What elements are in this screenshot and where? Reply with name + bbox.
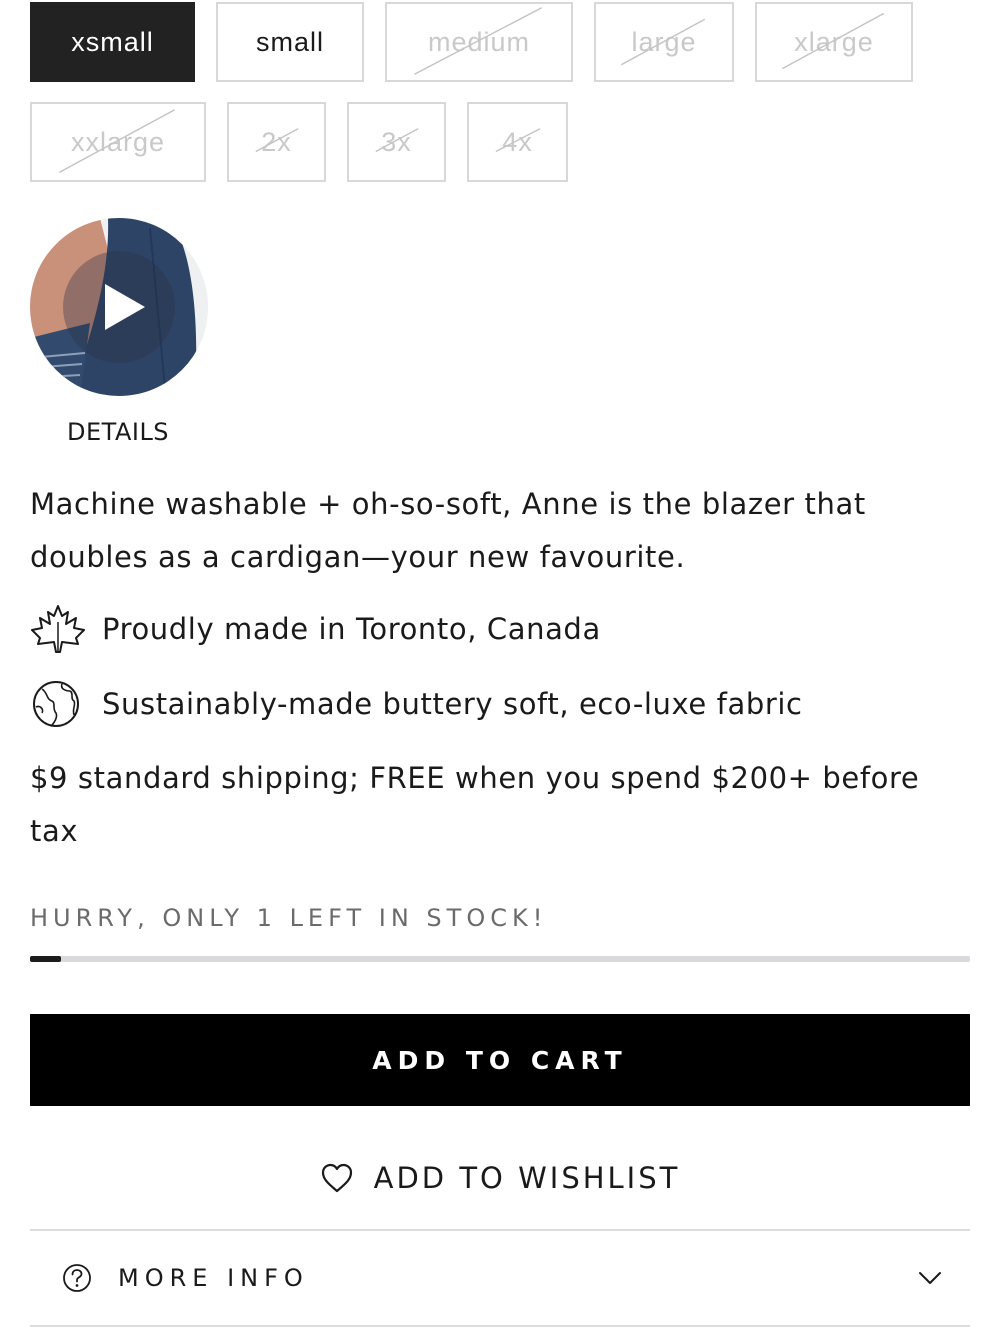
size-option-label: xlarge (794, 26, 874, 57)
more-info-accordion[interactable]: MORE INFO (30, 1232, 970, 1324)
size-option-label: 4x (502, 126, 533, 157)
stock-warning: HURRY, ONLY 1 LEFT IN STOCK! (30, 904, 548, 932)
size-option-medium[interactable]: medium (385, 2, 573, 82)
size-option-2x[interactable]: 2x (227, 102, 326, 182)
size-option-label: xsmall (71, 26, 154, 57)
feature-text: Sustainably-made buttery soft, eco-luxe … (102, 687, 803, 721)
product-description: Machine washable + oh-so-soft, Anne is t… (30, 487, 866, 574)
feature-sustainable-fabric: Sustainably-made buttery soft, eco-luxe … (30, 679, 803, 729)
size-option-label: 3x (381, 126, 412, 157)
size-option-3x[interactable]: 3x (347, 102, 446, 182)
add-to-wishlist-button[interactable]: ADD TO WISHLIST (0, 1150, 1000, 1206)
globe-icon (30, 679, 86, 729)
add-to-cart-button[interactable]: ADD TO CART (30, 1014, 970, 1106)
shipping-info: $9 standard shipping; FREE when you spen… (30, 761, 920, 848)
size-row-2: xxlarge 2x 3x 4x (30, 102, 970, 182)
question-icon (62, 1263, 92, 1293)
feature-text: Proudly made in Toronto, Canada (102, 612, 601, 646)
size-option-label: medium (427, 26, 531, 57)
more-info-label: MORE INFO (118, 1264, 309, 1292)
play-icon[interactable] (103, 282, 147, 332)
divider (30, 1325, 970, 1327)
add-to-cart-label: ADD TO CART (372, 1045, 628, 1075)
size-option-large[interactable]: large (594, 2, 734, 82)
heart-icon (320, 1162, 354, 1194)
size-option-4x[interactable]: 4x (467, 102, 568, 182)
size-option-xxlarge[interactable]: xxlarge (30, 102, 206, 182)
divider (30, 1229, 970, 1231)
add-to-wishlist-label: ADD TO WISHLIST (373, 1161, 681, 1195)
size-option-small[interactable]: small (216, 2, 364, 82)
size-option-label: large (631, 26, 697, 57)
stock-level-bar (30, 956, 970, 962)
feature-made-in-canada: Proudly made in Toronto, Canada (30, 604, 601, 654)
size-row-1: xsmall small medium large xlarge (30, 2, 970, 82)
stock-level-fill (30, 956, 62, 962)
chevron-down-icon (918, 1271, 942, 1285)
size-option-label: small (255, 26, 324, 57)
size-option-xlarge[interactable]: xlarge (755, 2, 913, 82)
size-selector: xsmall small medium large xlarge xxlarge… (30, 2, 970, 202)
video-label: DETAILS (67, 418, 170, 446)
size-option-label: 2x (261, 126, 292, 157)
size-option-xsmall[interactable]: xsmall (30, 2, 195, 82)
maple-leaf-icon (30, 604, 86, 654)
details-video-thumbnail[interactable] (30, 218, 208, 396)
size-option-label: xxlarge (70, 126, 166, 157)
